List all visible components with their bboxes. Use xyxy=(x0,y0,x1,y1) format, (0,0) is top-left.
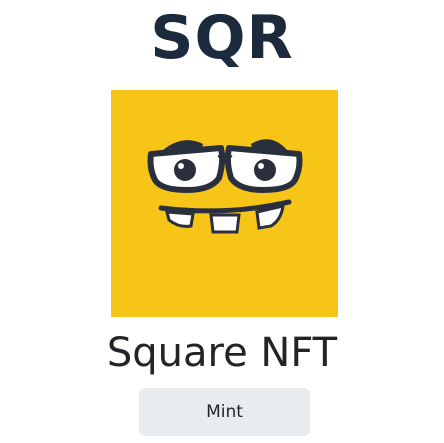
nft-title: Square NFT xyxy=(106,330,338,376)
nerd-face-icon xyxy=(111,90,338,317)
nft-image xyxy=(111,90,338,317)
mint-button[interactable]: Mint xyxy=(139,388,310,436)
logo-text: SQR xyxy=(150,3,294,73)
